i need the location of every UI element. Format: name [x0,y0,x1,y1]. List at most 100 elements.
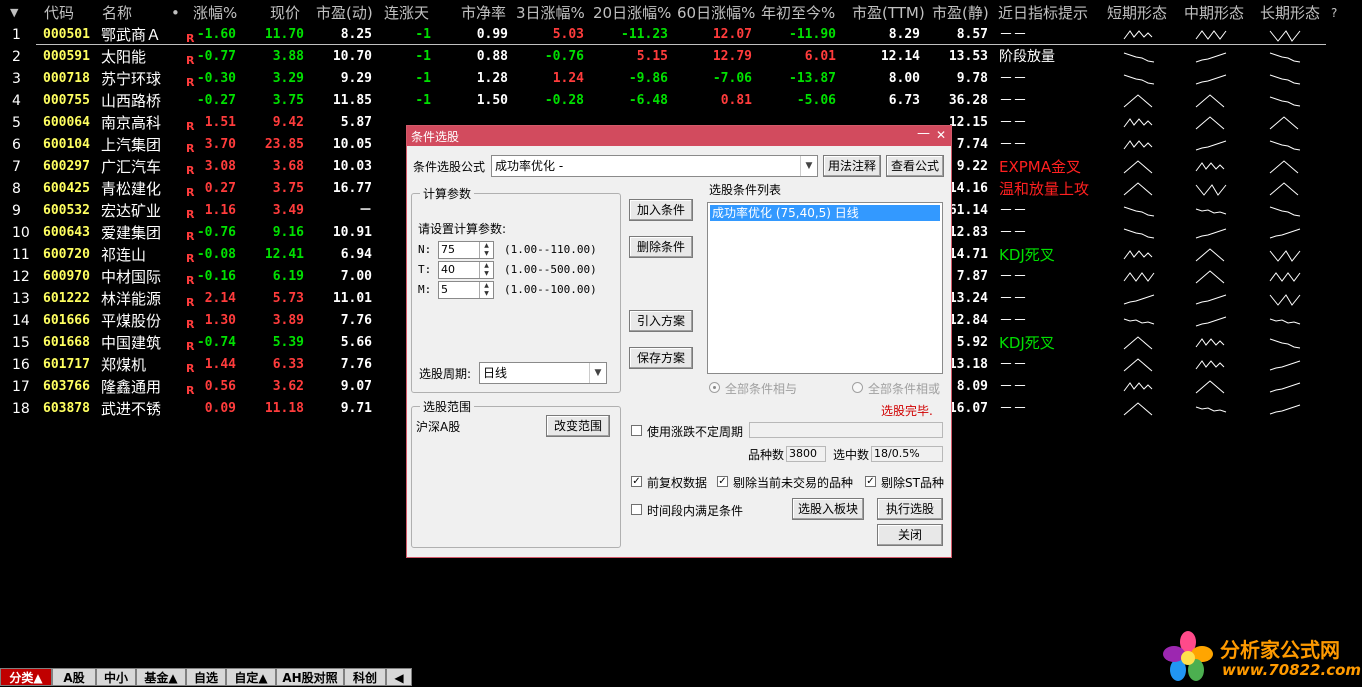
mid-shape-icon [1195,248,1225,262]
add-condition-button[interactable]: 加入条件 [629,199,693,221]
indicator-hint: －－ [999,71,1027,87]
help-icon[interactable]: ? [1331,2,1337,24]
col-long-shape[interactable]: 长期形态 [1260,2,1320,24]
category-tabs: 分类▲ A股 中小 基金▲ 自选 自定▲ AH股对照 科创 ◀ [0,668,1362,687]
category-tab[interactable]: A股 [52,668,96,686]
category-tab[interactable]: AH股对照 [276,668,344,686]
indicator-hint: －－ [999,27,1027,43]
col-ytd[interactable]: 年初至今% [761,2,835,24]
category-tab[interactable]: 中小 [96,668,136,686]
col-code[interactable]: 代码 [44,2,74,24]
minimize-icon[interactable]: — [917,126,930,141]
spin-buttons-icon[interactable]: ▲ ▼ [479,282,493,298]
category-tab[interactable]: 基金▲ [136,668,186,686]
change-20day: -11.23 [621,27,668,42]
mid-shape-icon [1195,30,1227,40]
view-formula-button[interactable]: 查看公式 [886,155,944,177]
col-20day[interactable]: 20日涨幅% [593,2,671,24]
col-pe-static[interactable]: 市盈(静) [932,2,989,24]
stock-name: 武进不锈 [101,400,162,418]
col-pe-dynamic[interactable]: 市盈(动) [316,2,373,24]
chevron-down-icon[interactable]: ▼ [800,156,817,176]
stock-code: 000591 [43,49,90,64]
col-mid-shape[interactable]: 中期形态 [1184,2,1244,24]
col-pe-ttm[interactable]: 市盈(TTM) [852,2,925,24]
spin-buttons-icon[interactable]: ▲ ▼ [479,262,493,278]
stock-name: 隆鑫通用 [101,378,162,396]
pe-static: 16.07 [948,401,988,416]
table-row[interactable]: 2 000591 太阳能 R -0.77 3.88 10.70 -1 0.88 -0.76 5.15… [0,46,1362,68]
param-input[interactable]: 5 ▲ ▼ [438,281,494,299]
category-tab[interactable]: 自选 [186,668,226,686]
range-group-label: 选股范围 [420,398,475,415]
change-60day: 0.81 [720,93,752,108]
add-to-block-button[interactable]: 选股入板块 [792,498,864,520]
category-tab[interactable]: 分类▲ [0,668,52,686]
count-field: 3800 [786,446,826,462]
param-label: M: [418,283,432,296]
row-index: 2 [12,49,21,65]
stock-code: 000718 [43,71,90,86]
pe-static: 5.92 [956,335,988,350]
table-header: ▼ 代码 名称 • 涨幅% 现价 市盈(动) 连涨天 市净率 3日涨幅% 20日… [0,2,1362,24]
delete-condition-button[interactable]: 删除条件 [629,236,693,258]
uncertain-period-checkbox[interactable] [631,425,642,436]
execute-screening-button[interactable]: 执行选股 [877,498,943,520]
change-20day: -9.86 [628,71,668,86]
col-60day[interactable]: 60日涨幅% [677,2,755,24]
sort-toggle[interactable]: ▼ [10,2,18,24]
radio-or-label[interactable]: 全部条件相或 [868,380,940,397]
forward-adjust-checkbox[interactable]: ✓ [631,476,642,487]
usage-notes-button[interactable]: 用法注释 [823,155,881,177]
condition-list-item[interactable]: 成功率优化 (75,40,5) 日线 [710,205,940,221]
change-range-button[interactable]: 改变范围 [546,415,610,437]
spin-buttons-icon[interactable]: ▲ ▼ [479,242,493,258]
pe-static: 14.16 [948,181,988,196]
table-row[interactable]: 1 000501 鄂武商Ａ R -1.60 11.70 8.25 -1 0.99 5.03 -11.… [0,24,1362,46]
params-group-label: 计算参数 [420,185,475,202]
row-index: 1 [12,27,21,43]
stock-code: 603878 [43,401,90,416]
save-scheme-button[interactable]: 保存方案 [629,347,693,369]
change-pct: 0.09 [204,401,236,416]
period-select[interactable]: 日线 ▼ [479,362,607,384]
col-price[interactable]: 现价 [270,2,300,24]
close-icon[interactable]: ✕ [936,128,946,142]
category-tab[interactable]: 科创 [344,668,386,686]
short-shape-icon [1123,206,1155,217]
import-scheme-button[interactable]: 引入方案 [629,310,693,332]
category-tab[interactable]: 自定▲ [226,668,276,686]
col-change[interactable]: 涨幅% [193,2,237,24]
indicator-hint: －－ [999,115,1027,131]
uncertain-period-field [749,422,943,438]
stock-code: 000755 [43,93,90,108]
exclude-untraded-checkbox[interactable]: ✓ [717,476,728,487]
table-row[interactable]: 4 000755 山西路桥 -0.27 3.75 11.85 -1 1.50 -0.28 -6.4… [0,90,1362,112]
dialog-titlebar[interactable]: 条件选股 — ✕ [407,126,951,146]
table-row[interactable]: 3 000718 苏宁环球 R -0.30 3.29 9.29 -1 1.28 1.24 -9.86… [0,68,1362,90]
tabs-scroll-left-icon[interactable]: ◀ [386,668,412,686]
formula-select[interactable]: 成功率优化 - ▼ [491,155,818,177]
radio-and[interactable] [709,382,720,393]
col-3day[interactable]: 3日涨幅% [516,2,585,24]
row-index: 7 [12,159,21,175]
param-input[interactable]: 40 ▲ ▼ [438,261,494,279]
radio-or[interactable] [852,382,863,393]
param-input[interactable]: 75 ▲ ▼ [438,241,494,259]
close-button[interactable]: 关闭 [877,524,943,546]
exclude-st-checkbox[interactable]: ✓ [865,476,876,487]
condition-list[interactable]: 成功率优化 (75,40,5) 日线 [707,202,943,374]
long-shape-icon [1269,160,1299,174]
exclude-untraded-label: 剔除当前未交易的品种 [733,476,854,490]
pe-ttm: 12.14 [880,49,920,64]
period-satisfy-checkbox[interactable] [631,504,642,515]
col-hint[interactable]: 近日指标提示 [998,2,1088,24]
col-streak[interactable]: 连涨天 [384,2,429,24]
radio-and-label[interactable]: 全部条件相与 [725,380,797,397]
stock-name: 林洋能源 [101,290,162,308]
short-shape-icon [1123,318,1155,325]
col-pb[interactable]: 市净率 [461,2,506,24]
col-short-shape[interactable]: 短期形态 [1107,2,1167,24]
chevron-down-icon[interactable]: ▼ [589,363,606,383]
col-name[interactable]: 名称 [102,2,132,24]
